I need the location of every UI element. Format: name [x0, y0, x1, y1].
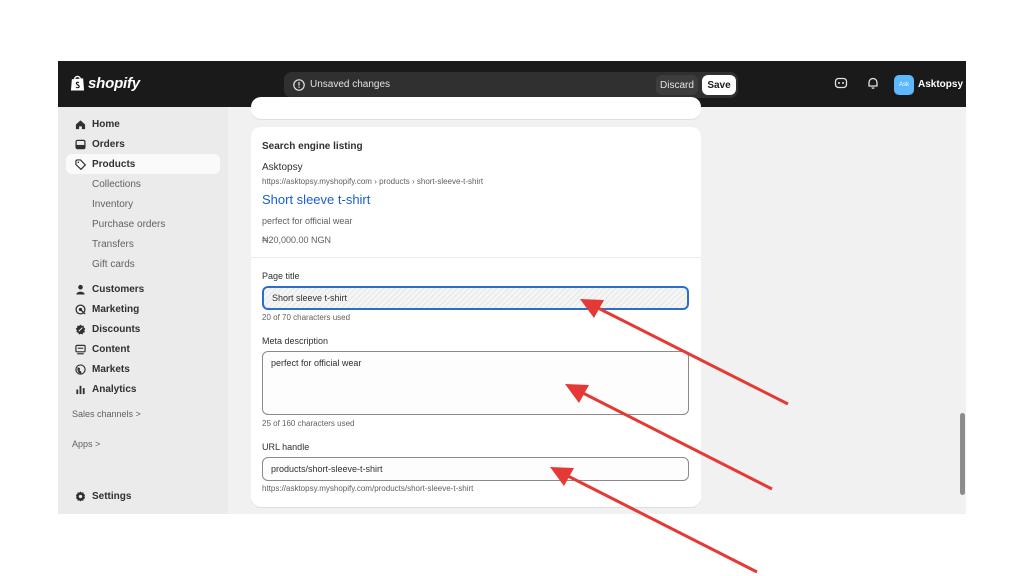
content-icon [74, 344, 86, 354]
shopify-logo[interactable]: shopify [70, 74, 140, 92]
sidebar-item-gift-cards[interactable]: Gift cards [66, 254, 220, 274]
sidebar-item-discounts[interactable]: Discounts [66, 319, 220, 339]
sidebar-item-label: Markets [92, 363, 130, 375]
sidebar-item-label: Products [92, 158, 136, 170]
page-title-label: Page title [262, 271, 300, 281]
main-content: Search engine listing Asktopsy https://a… [228, 97, 966, 514]
globe-icon [74, 363, 86, 375]
target-icon [74, 303, 86, 315]
preview-price: ₦20,000.00 NGN [262, 235, 332, 245]
bar-chart-icon [75, 385, 85, 394]
sidebar-item-label: Analytics [92, 383, 137, 395]
divider [251, 257, 701, 258]
tag-icon [74, 158, 86, 170]
sidebar-item-customers[interactable]: Customers [66, 279, 220, 299]
home-icon [75, 119, 85, 129]
page-title-help: 20 of 70 characters used [262, 313, 351, 322]
unsaved-message: Unsaved changes [310, 79, 391, 90]
store-name[interactable]: Asktopsy [918, 79, 963, 90]
sidebar-item-marketing[interactable]: Marketing [66, 299, 220, 319]
sidebar-item-label: Home [92, 118, 120, 130]
shopify-bag-icon [70, 75, 85, 91]
url-handle-label: URL handle [262, 442, 310, 452]
page-title-input[interactable] [262, 286, 689, 310]
sidebar-item-label: Content [92, 343, 130, 355]
sidebar-item-label: Marketing [92, 303, 140, 315]
sidebar-item-orders[interactable]: Orders [66, 134, 220, 154]
discount-icon [75, 324, 85, 334]
shopify-wordmark: shopify [88, 74, 140, 92]
sidebar-item-products[interactable]: Products [66, 154, 220, 174]
person-icon [75, 284, 85, 295]
sidebar-item-label: Customers [92, 283, 145, 295]
url-handle-help: https://asktopsy.myshopify.com/products/… [262, 484, 474, 493]
sidebar-item-collections[interactable]: Collections [66, 174, 220, 194]
gear-icon [75, 490, 85, 502]
sidebar-item-analytics[interactable]: Analytics [66, 379, 220, 399]
previous-card [251, 97, 701, 119]
sidebar-item-transfers[interactable]: Transfers [66, 234, 220, 254]
section-title: Search engine listing [262, 141, 363, 152]
sidebar-item-markets[interactable]: Markets [66, 359, 220, 379]
app-window: shopify Unsaved changes Discard Save Ask… [58, 61, 966, 514]
meta-description-label: Meta description [262, 336, 329, 346]
search-engine-listing-card: Search engine listing Asktopsy https://a… [251, 127, 701, 507]
sidebar-item-label: Settings [92, 490, 132, 502]
unsaved-changes-bar: Unsaved changes Discard Save [284, 72, 738, 98]
url-handle-input[interactable] [262, 457, 689, 481]
sidebar-item-inventory[interactable]: Inventory [66, 194, 220, 214]
preview-url: https://asktopsy.myshopify.com › product… [262, 177, 484, 186]
sidebar: Home Orders Products Collections Invento… [58, 107, 228, 514]
preview-store-name: Asktopsy [262, 162, 303, 173]
avatar[interactable]: Ask [894, 75, 914, 95]
preview-product-name[interactable]: Short sleeve t-shirt [262, 192, 370, 207]
sidekick-icon[interactable] [834, 76, 848, 90]
sidebar-item-home[interactable]: Home [66, 114, 220, 134]
meta-description-input[interactable]: perfect for official wear [262, 351, 689, 415]
sidebar-apps[interactable]: Apps > [66, 434, 220, 454]
sidebar-item-settings[interactable]: Settings [66, 486, 220, 506]
preview-description: perfect for official wear [262, 216, 353, 226]
sidebar-item-label: Discounts [92, 323, 141, 335]
sidebar-item-label: Orders [92, 138, 125, 150]
save-button[interactable]: Save [702, 75, 736, 95]
sidebar-sales-channels[interactable]: Sales channels > [66, 404, 220, 424]
scrollbar-thumb[interactable] [960, 413, 965, 495]
meta-description-help: 25 of 160 characters used [262, 419, 355, 428]
bell-icon[interactable] [866, 76, 880, 90]
orders-icon [74, 139, 86, 149]
discard-button[interactable]: Discard [656, 75, 698, 95]
topbar-icons [834, 76, 880, 90]
sidebar-item-purchase-orders[interactable]: Purchase orders [66, 214, 220, 234]
alert-circle-icon [293, 79, 305, 91]
sidebar-item-content[interactable]: Content [66, 339, 220, 359]
